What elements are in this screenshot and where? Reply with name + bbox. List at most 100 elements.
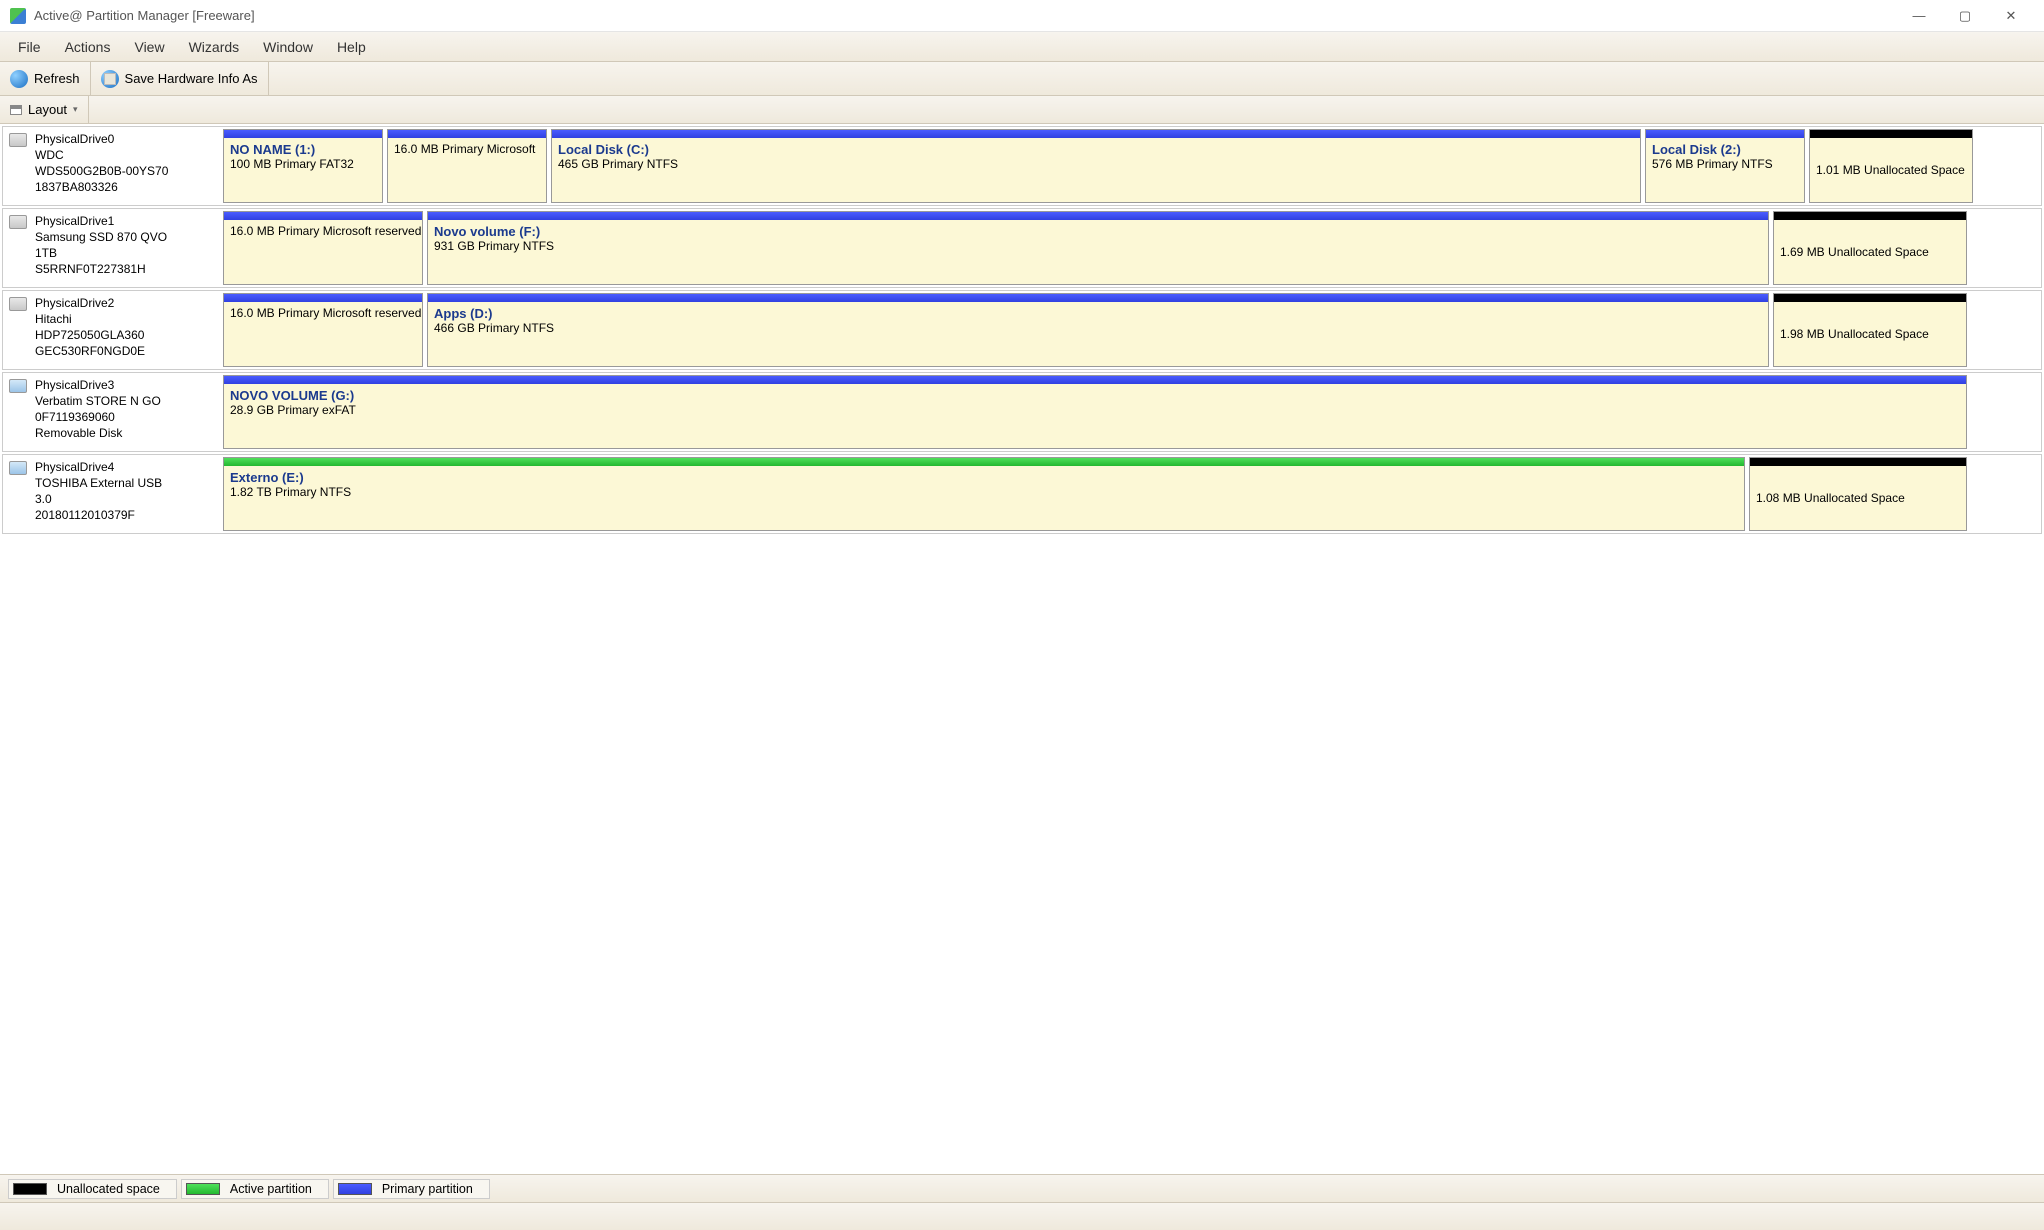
menu-actions[interactable]: Actions [53,35,123,59]
partition-detail: 28.9 GB Primary exFAT [230,403,356,417]
unallocated-space[interactable]: 1.98 MB Unallocated Space [1773,293,1967,367]
partition-bar [552,130,1640,138]
partitions-strip: Externo (E:)1.82 TB Primary NTFS 1.08 MB … [223,455,2041,533]
partition-bar [388,130,546,138]
partition[interactable]: Externo (E:)1.82 TB Primary NTFS [223,457,1745,531]
drive-detail: 0F7119369060 [35,409,161,425]
refresh-button[interactable]: Refresh [0,62,91,95]
legend-swatch-primary [338,1183,372,1195]
disk-icon [9,461,27,475]
drive-name: PhysicalDrive4 [35,459,162,475]
drive-name: PhysicalDrive1 [35,213,167,229]
layout-label: Layout [28,102,67,117]
partition-label: NOVO VOLUME (G:)28.9 GB Primary exFAT [224,384,1966,421]
drive-info: PhysicalDrive4TOSHIBA External USB3.0201… [3,455,223,533]
partition-detail: 1.69 MB Unallocated Space [1780,245,1929,259]
window-title: Active@ Partition Manager [Freeware] [34,8,1896,23]
partition[interactable]: Novo volume (F:)931 GB Primary NTFS [427,211,1769,285]
minimize-button[interactable]: — [1896,0,1942,32]
partition-detail: 1.08 MB Unallocated Space [1756,491,1905,505]
partition-detail: 100 MB Primary FAT32 [230,157,354,171]
drive-detail: 20180112010379F [35,507,162,523]
drive-name: PhysicalDrive0 [35,131,168,147]
partition[interactable]: 16.0 MB Primary Microsoft reserved [223,211,423,285]
partition[interactable]: Apps (D:)466 GB Primary NTFS [427,293,1769,367]
close-button[interactable]: ✕ [1988,0,2034,32]
drive-detail: Removable Disk [35,425,161,441]
partition-bar [224,294,422,302]
drive-row[interactable]: PhysicalDrive2HitachiHDP725050GLA360GEC5… [2,290,2042,370]
partition-label: 16.0 MB Primary Microsoft [388,138,546,160]
partition-detail: 16.0 MB Primary Microsoft reserved [230,306,421,320]
partition-label: Apps (D:)466 GB Primary NTFS [428,302,1768,339]
partition-detail: 16.0 MB Primary Microsoft reserved [230,224,421,238]
partition-bar [224,212,422,220]
drive-row[interactable]: PhysicalDrive1Samsung SSD 870 QVO1TBS5RR… [2,208,2042,288]
layout-icon [10,105,22,115]
maximize-button[interactable]: ▢ [1942,0,1988,32]
drive-detail: 3.0 [35,491,162,507]
drive-detail: 1TB [35,245,167,261]
partition[interactable]: 16.0 MB Primary Microsoft [387,129,547,203]
titlebar: Active@ Partition Manager [Freeware] — ▢… [0,0,2044,32]
disk-icon [9,297,27,311]
disk-icon [9,133,27,147]
partition-label: Local Disk (C:)465 GB Primary NTFS [552,138,1640,175]
drive-detail: 1837BA803326 [35,179,168,195]
drive-detail: Hitachi [35,311,145,327]
drive-row[interactable]: PhysicalDrive3Verbatim STORE N GO0F71193… [2,372,2042,452]
layout-button[interactable]: Layout ▾ [0,96,89,123]
disk-icon [9,379,27,393]
legend-primary: Primary partition [333,1179,490,1199]
partition[interactable]: Local Disk (C:)465 GB Primary NTFS [551,129,1641,203]
partition[interactable]: Local Disk (2:)576 MB Primary NTFS [1645,129,1805,203]
menu-window[interactable]: Window [251,35,325,59]
partition-bar [1774,294,1966,302]
partitions-strip: NO NAME (1:)100 MB Primary FAT3216.0 MB … [223,127,2041,205]
save-hardware-info-button[interactable]: Save Hardware Info As [91,62,269,95]
partition-label: 16.0 MB Primary Microsoft reserved [224,220,422,242]
unallocated-space[interactable]: 1.69 MB Unallocated Space [1773,211,1967,285]
partition-bar [428,212,1768,220]
drive-row[interactable]: PhysicalDrive0WDCWDS500G2B0B-00YS701837B… [2,126,2042,206]
partition-bar [1646,130,1804,138]
partition-detail: 466 GB Primary NTFS [434,321,554,335]
unallocated-space[interactable]: 1.08 MB Unallocated Space [1749,457,1967,531]
partition[interactable]: NOVO VOLUME (G:)28.9 GB Primary exFAT [223,375,1967,449]
partition-bar [224,458,1744,466]
drive-name: PhysicalDrive3 [35,377,161,393]
drive-detail: S5RRNF0T227381H [35,261,167,277]
toolbar: Refresh Save Hardware Info As [0,62,2044,96]
partition[interactable]: 16.0 MB Primary Microsoft reserved [223,293,423,367]
unallocated-space[interactable]: 1.01 MB Unallocated Space [1809,129,1973,203]
drive-name: PhysicalDrive2 [35,295,145,311]
save-icon [101,70,119,88]
partition-label: 1.98 MB Unallocated Space [1774,302,1966,366]
partition[interactable]: NO NAME (1:)100 MB Primary FAT32 [223,129,383,203]
partitions-strip: NOVO VOLUME (G:)28.9 GB Primary exFAT [223,373,2041,451]
app-icon [10,8,26,24]
partition-detail: 1.98 MB Unallocated Space [1780,327,1929,341]
menu-help[interactable]: Help [325,35,378,59]
drive-detail: WDS500G2B0B-00YS70 [35,163,168,179]
partition-label: 1.08 MB Unallocated Space [1750,466,1966,530]
partition-label: 1.69 MB Unallocated Space [1774,220,1966,284]
partition-label: 1.01 MB Unallocated Space [1810,138,1972,202]
drive-text: PhysicalDrive0WDCWDS500G2B0B-00YS701837B… [35,131,168,201]
legend-unalloc-label: Unallocated space [57,1182,160,1196]
partition-bar [224,376,1966,384]
drive-detail: Samsung SSD 870 QVO [35,229,167,245]
menu-view[interactable]: View [122,35,176,59]
legend-swatch-active [186,1183,220,1195]
drive-row[interactable]: PhysicalDrive4TOSHIBA External USB3.0201… [2,454,2042,534]
partition-label: Local Disk (2:)576 MB Primary NTFS [1646,138,1804,175]
menu-file[interactable]: File [6,35,53,59]
partition-detail: 576 MB Primary NTFS [1652,157,1773,171]
disk-icon [9,215,27,229]
layoutbar: Layout ▾ [0,96,2044,124]
window-controls: — ▢ ✕ [1896,0,2034,32]
partition-bar [428,294,1768,302]
partition-name: Local Disk (C:) [558,142,1634,157]
partition-name: NOVO VOLUME (G:) [230,388,1960,403]
menu-wizards[interactable]: Wizards [177,35,252,59]
